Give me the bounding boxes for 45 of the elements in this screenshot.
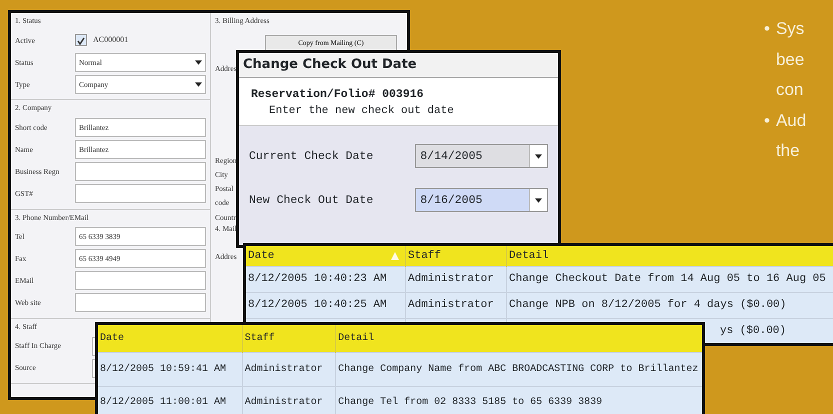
caret-icon [195, 60, 202, 65]
bullet-marker: • [764, 18, 770, 40]
header-text: Date [248, 250, 274, 262]
bullet-text: the [776, 140, 801, 162]
field-label: New Check Out Date [249, 192, 374, 209]
input-field[interactable] [75, 162, 206, 181]
input-field[interactable] [92, 336, 95, 356]
bullet-text: Sys [776, 18, 804, 40]
bullet-text: con [776, 79, 804, 101]
bullet-text: Aud [776, 110, 806, 132]
input-field[interactable] [92, 358, 95, 378]
header-text: Date [100, 332, 124, 344]
table-cell: 8/12/2005 10:40:25 AM [244, 292, 406, 318]
instruction-text: Enter the new check out date [268, 104, 455, 119]
input-field[interactable] [75, 271, 206, 290]
dialog-title: Change Check Out Date [239, 53, 558, 78]
header-text: Staff [408, 250, 442, 262]
table-cell: Administrator [242, 352, 336, 386]
date-dropdown[interactable]: 8/16/2005 [415, 188, 548, 212]
date-dropdown[interactable]: 8/14/2005 [415, 144, 548, 168]
input-field[interactable] [75, 184, 206, 203]
table-cell: Administrator [406, 266, 506, 292]
field-label: Current Check Date [249, 148, 374, 165]
table-cell: Administrator [406, 292, 506, 318]
code-text: AC000001 [93, 34, 128, 46]
caret-icon [195, 82, 202, 87]
bullet-marker: • [764, 110, 770, 132]
table-cell: Change NPB on 8/12/2005 for 4 days ($0.00) [506, 292, 833, 318]
table-cell: Change Tel from 02 8333 5185 to 65 6339 3839 [336, 386, 704, 414]
checkbox[interactable] [75, 34, 87, 46]
table-cell: 8/12/2005 10:40:23 AM [244, 266, 406, 292]
input-field[interactable] [75, 293, 206, 312]
caret-icon [535, 198, 542, 203]
bullet-text: bee [776, 48, 804, 70]
header-text: Staff [244, 332, 275, 344]
table-cell: 8/12/2005 10:59:41 AM [96, 352, 242, 386]
reservation-heading: Reservation/Folio# 003916 [251, 86, 425, 102]
table-cell: 8/12/2005 11:00:01 AM [96, 386, 242, 414]
sort-arrow-icon [391, 252, 399, 260]
table-cell: Change Checkout Date from 14 Aug 05 to 16 Aug 05 [506, 266, 833, 292]
table-cell: Change Company Name from ABC BROADCASTING CORP to Brillantez [336, 352, 704, 386]
header-text: Detail [338, 332, 374, 344]
table-cell: Administrator [242, 386, 336, 414]
header-text: Detail [509, 250, 549, 262]
caret-icon [535, 154, 542, 159]
